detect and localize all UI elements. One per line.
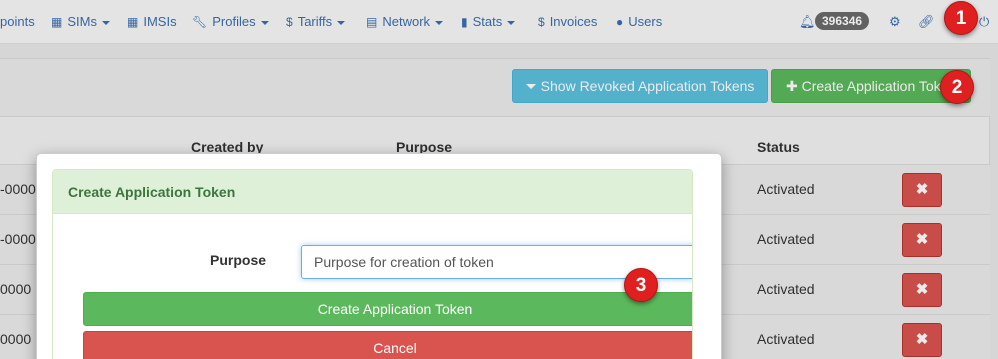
modal-panel: Create Application Token Purpose Create … — [52, 169, 693, 359]
modal-title: Create Application Token — [53, 170, 692, 214]
create-token-submit-button[interactable]: Create Application Token — [83, 292, 692, 326]
create-token-modal: Create Application Token Purpose Create … — [36, 153, 722, 359]
cancel-button[interactable]: Cancel — [83, 331, 692, 359]
step-marker-2: 2 — [940, 70, 974, 104]
step-marker-3: 3 — [624, 268, 658, 302]
purpose-label: Purpose — [210, 252, 267, 268]
step-marker-1: 1 — [944, 1, 978, 35]
